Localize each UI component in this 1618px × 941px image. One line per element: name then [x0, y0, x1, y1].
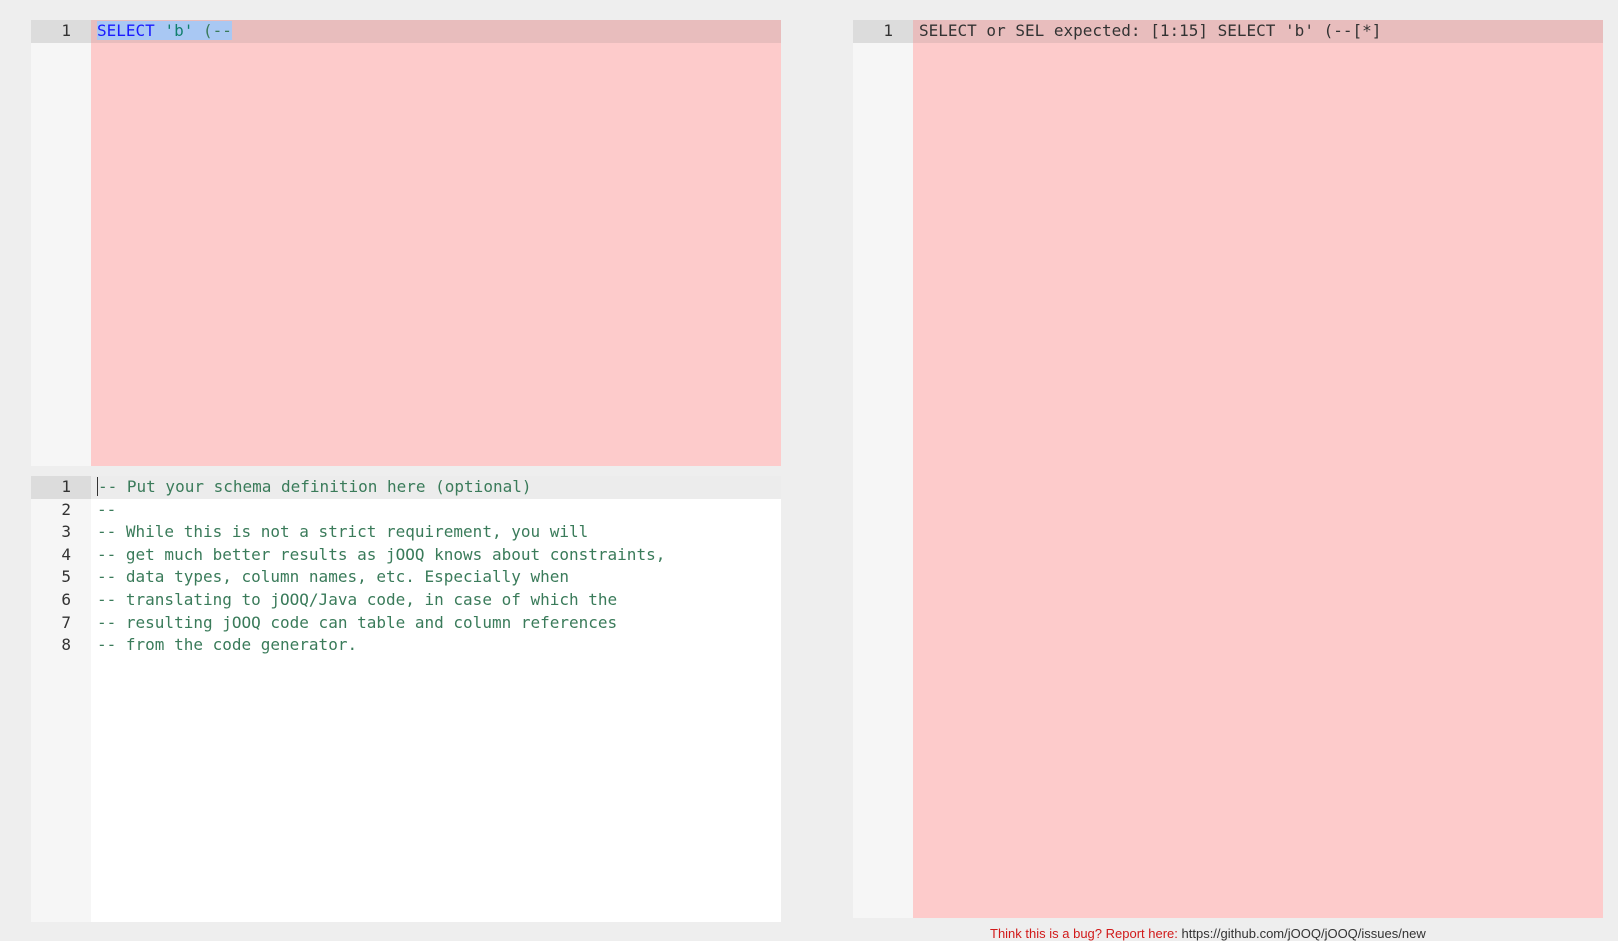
sql-rest: (--: [202, 21, 232, 40]
comment-text: -- get much better results as jOOQ knows…: [97, 544, 666, 564]
code-line[interactable]: -- translating to jOOQ/Java code, in cas…: [91, 589, 781, 612]
line-number: 7: [61, 612, 71, 632]
schema-editor[interactable]: 1 2 3 4 5 6 7 8 -- Put your schema defin…: [31, 476, 781, 922]
line-number: 5: [61, 567, 71, 587]
query-editor[interactable]: 1 SELECT 'b' (--: [31, 20, 781, 466]
line-number: 4: [61, 544, 71, 564]
query-editor-content[interactable]: SELECT 'b' (--: [91, 20, 781, 466]
line-number: 1: [31, 20, 91, 43]
line-number: 2: [61, 499, 71, 519]
code-line[interactable]: -- get much better results as jOOQ knows…: [91, 544, 781, 567]
comment-text: -- Put your schema definition here (opti…: [98, 477, 532, 496]
code-line[interactable]: SELECT 'b' (--: [91, 20, 781, 43]
schema-editor-gutter: 1 2 3 4 5 6 7 8: [31, 476, 91, 922]
comment-text: -- data types, column names, etc. Especi…: [97, 567, 570, 587]
line-number: 8: [61, 635, 71, 655]
code-line[interactable]: -- data types, column names, etc. Especi…: [91, 566, 781, 589]
comment-text: -- from the code generator.: [97, 635, 358, 655]
sql-string: 'b': [164, 21, 194, 40]
code-line[interactable]: -- Put your schema definition here (opti…: [91, 476, 781, 499]
output-editor-gutter: 1: [853, 20, 913, 918]
code-line[interactable]: -- While this is not a strict requiremen…: [91, 521, 781, 544]
code-line[interactable]: --: [91, 499, 781, 522]
comment-text: --: [97, 499, 117, 519]
line-number: 3: [61, 522, 71, 542]
comment-text: -- While this is not a strict requiremen…: [97, 522, 589, 542]
bug-report-label: Think this is a bug? Report here:: [990, 926, 1178, 941]
code-line[interactable]: SELECT or SEL expected: [1:15] SELECT 'b…: [913, 20, 1603, 43]
output-editor-content[interactable]: SELECT or SEL expected: [1:15] SELECT 'b…: [913, 20, 1603, 918]
comment-text: -- translating to jOOQ/Java code, in cas…: [97, 589, 618, 609]
query-editor-gutter: 1: [31, 20, 91, 466]
error-message: SELECT or SEL expected: [1:15] SELECT 'b…: [919, 21, 1382, 40]
schema-editor-content[interactable]: -- Put your schema definition here (opti…: [91, 476, 781, 922]
bug-report-footer: Think this is a bug? Report here: https:…: [990, 926, 1426, 941]
bug-report-link[interactable]: https://github.com/jOOQ/jOOQ/issues/new: [1182, 926, 1426, 941]
comment-text: -- resulting jOOQ code can table and col…: [97, 612, 618, 632]
code-line[interactable]: -- from the code generator.: [91, 634, 781, 657]
output-editor[interactable]: 1 SELECT or SEL expected: [1:15] SELECT …: [853, 20, 1603, 918]
code-line[interactable]: -- resulting jOOQ code can table and col…: [91, 612, 781, 635]
sql-keyword: SELECT: [97, 21, 155, 40]
line-number: 1: [853, 20, 913, 43]
line-number: 1: [31, 476, 91, 499]
line-number: 6: [61, 590, 71, 609]
